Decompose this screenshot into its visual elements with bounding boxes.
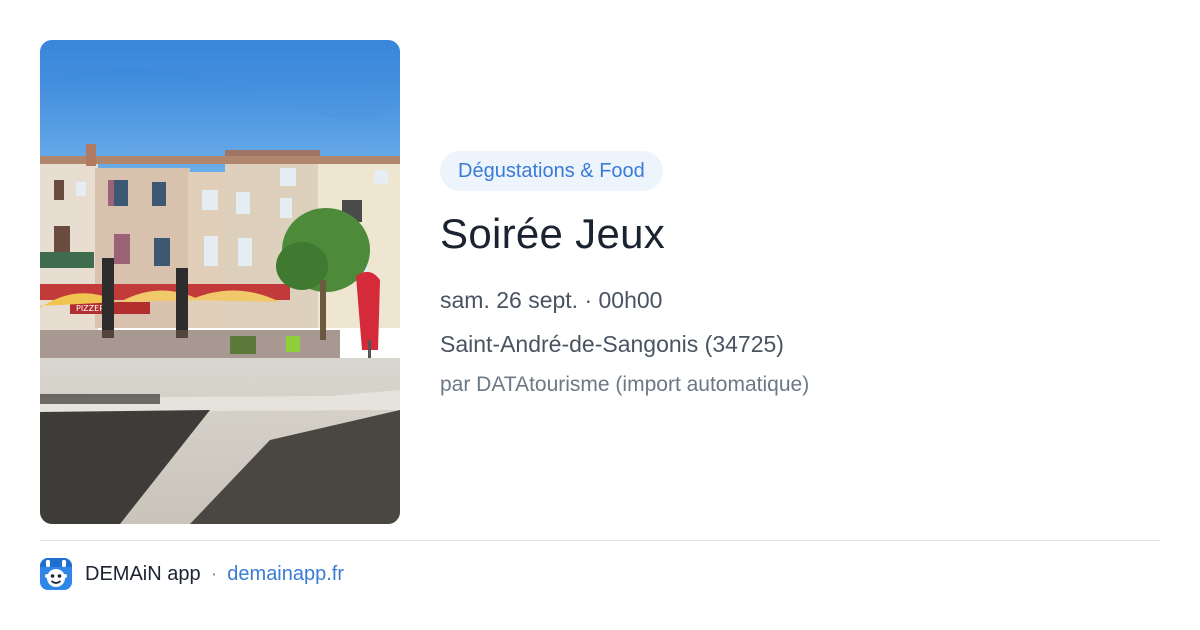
event-share-card: PIZZERIA Dégustations & Food Soirée Jeux… [0,0,1200,630]
event-datetime: sam. 26 sept. · 00h00 [440,287,663,313]
footer-divider [40,540,1160,541]
photo-village-square: PIZZERIA [40,40,400,524]
category-badge[interactable]: Dégustations & Food [440,151,663,191]
event-photo[interactable]: PIZZERIA [40,40,400,524]
event-title: Soirée Jeux [440,210,666,257]
demain-app-icon [40,558,72,590]
event-info: Dégustations & Food Soirée Jeux sam. 26 … [440,151,1160,399]
app-name: DEMAiN app [85,562,201,585]
event-location: Saint-André-de-Sangonis (34725) [440,331,784,357]
footer: DEMAiN app · demainapp.fr [40,558,344,590]
event-source: par DATAtourisme (import automatique) [440,373,810,396]
app-url-link[interactable]: demainapp.fr [227,563,344,586]
footer-separator: · [210,562,218,585]
